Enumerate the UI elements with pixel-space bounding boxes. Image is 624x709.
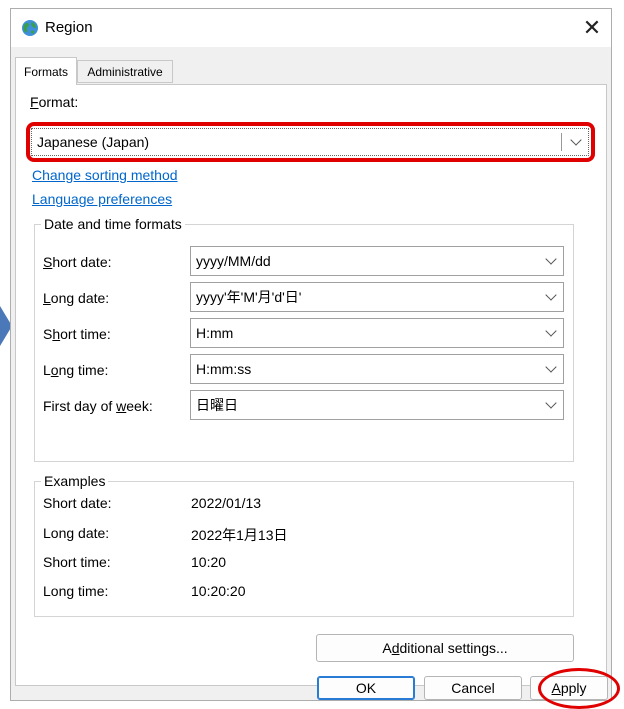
example-long-date-label: Long date:: [43, 525, 110, 541]
short-date-label: Short date:: [43, 254, 112, 270]
region-dialog: Region ✕ Formats Administrative Format: …: [10, 8, 612, 701]
chevron-down-icon: [545, 361, 557, 373]
example-short-date-label: Short date:: [43, 495, 112, 511]
datetime-group-title: Date and time formats: [41, 216, 185, 232]
short-date-value: yyyy/MM/dd: [196, 253, 271, 269]
close-icon[interactable]: ✕: [577, 13, 607, 43]
example-short-time-label: Short time:: [43, 554, 111, 570]
highlight-apply: [538, 668, 620, 709]
first-day-of-week-value: 日曜日: [196, 397, 238, 413]
globe-icon: [22, 20, 38, 36]
example-long-date-value: 2022年1月13日: [191, 527, 288, 543]
short-time-dropdown[interactable]: H:mm: [190, 318, 564, 348]
examples-group-title: Examples: [41, 473, 109, 489]
highlight-format: [26, 122, 595, 162]
tab-administrative[interactable]: Administrative: [77, 60, 173, 83]
formats-panel: Format: Japanese (Japan) Change sorting …: [15, 84, 607, 686]
short-time-value: H:mm: [196, 325, 234, 341]
long-date-dropdown[interactable]: yyyy'年'M'月'd'日': [190, 282, 564, 312]
long-date-label: Long date:: [43, 290, 110, 306]
short-date-dropdown[interactable]: yyyy/MM/dd: [190, 246, 564, 276]
first-day-of-week-dropdown[interactable]: 日曜日: [190, 390, 564, 420]
long-date-value: yyyy'年'M'月'd'日': [196, 289, 302, 305]
examples-group: [34, 481, 574, 617]
change-sorting-link[interactable]: Change sorting method: [32, 167, 178, 183]
title-bar: Region ✕: [11, 9, 611, 47]
chevron-down-icon: [545, 397, 557, 409]
chevron-down-icon: [545, 289, 557, 301]
language-preferences-link[interactable]: Language preferences: [32, 191, 172, 207]
example-long-time-value: 10:20:20: [191, 583, 246, 599]
chevron-down-icon: [545, 325, 557, 337]
long-time-value: H:mm:ss: [196, 361, 252, 377]
ok-button[interactable]: OK: [317, 676, 415, 700]
format-label: Format:: [30, 94, 79, 110]
chevron-down-icon: [545, 253, 557, 265]
cancel-button[interactable]: Cancel: [424, 676, 522, 700]
window-title: Region: [45, 19, 93, 36]
tab-formats[interactable]: Formats: [15, 57, 77, 85]
long-time-dropdown[interactable]: H:mm:ss: [190, 354, 564, 384]
short-time-label: Short time:: [43, 326, 111, 342]
example-short-time-value: 10:20: [191, 554, 227, 570]
first-day-of-week-label: First day of week:: [43, 398, 153, 414]
example-long-time-label: Long time:: [43, 583, 109, 599]
long-time-label: Long time:: [43, 362, 109, 378]
example-short-date-value: 2022/01/13: [191, 495, 262, 511]
additional-settings-button[interactable]: Ad ditional settings...: [316, 634, 574, 662]
